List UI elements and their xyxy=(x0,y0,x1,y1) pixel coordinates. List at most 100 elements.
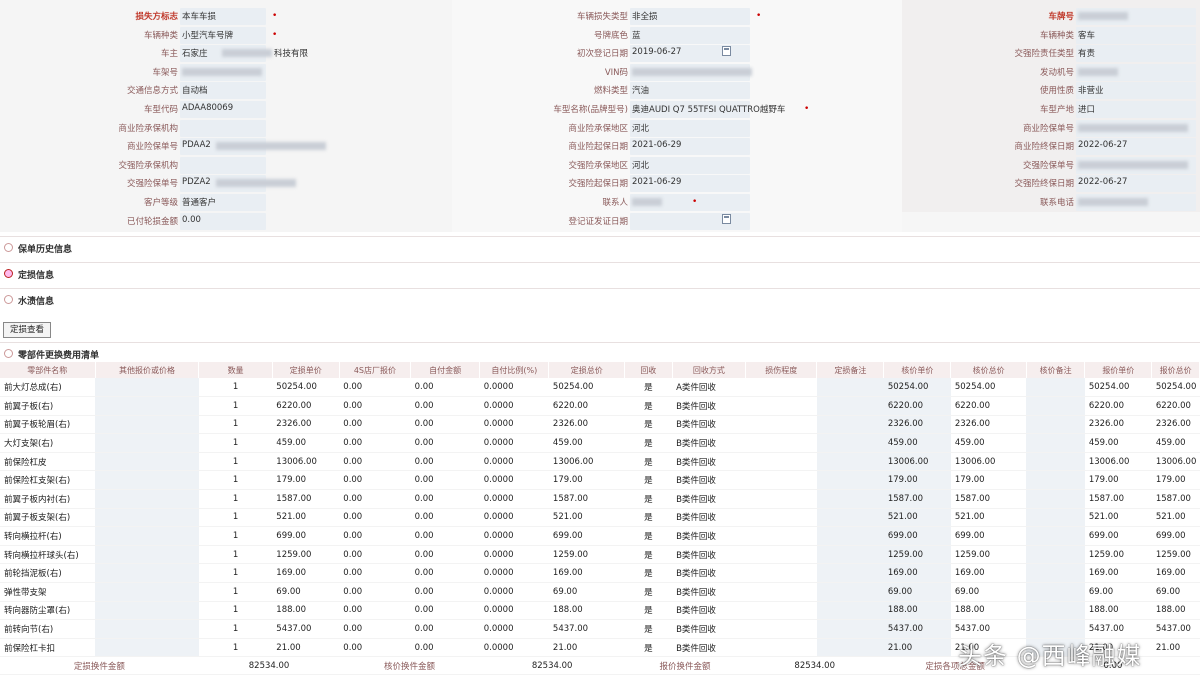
info-field: 使用性质非营业• xyxy=(0,82,1200,100)
table-cell: 13006.00 xyxy=(1084,452,1152,472)
column-header[interactable]: 其他报价或价格 xyxy=(95,362,200,378)
column-header[interactable]: 损伤程度 xyxy=(745,362,818,378)
table-cell: 前保险杠支架(右) xyxy=(0,470,96,491)
section-loss-info[interactable]: 定损信息 xyxy=(0,262,1200,284)
table-cell: 前翼子板内衬(右) xyxy=(0,489,96,509)
table-cell: 0.00 xyxy=(339,378,411,398)
field-value: 2022-06-27 xyxy=(1078,140,1128,151)
table-cell: 459.00 xyxy=(950,433,1027,453)
column-header[interactable]: 报价单价 xyxy=(1084,362,1153,378)
table-cell: 13006.00 xyxy=(272,452,340,472)
table-cell xyxy=(745,470,817,491)
column-header[interactable]: 核价单价 xyxy=(883,362,952,378)
table-row[interactable]: 前保险杠支架(右) 1 179.00 0.00 0.00 0.0000 179.00 是 B类件… xyxy=(0,470,1200,491)
table-cell: 0.00 xyxy=(339,396,411,416)
table-cell: 1587.00 xyxy=(950,489,1027,509)
view-loss-button[interactable]: 定损查看 xyxy=(3,322,51,338)
table-cell xyxy=(745,601,817,621)
table-cell xyxy=(816,378,884,398)
info-field: 交强险保单号 xyxy=(0,156,1200,174)
table-cell: B类件回收 xyxy=(672,526,746,546)
table-cell: 0.00 xyxy=(339,545,411,565)
table-cell xyxy=(745,619,817,639)
section-water-damage[interactable]: 水渍信息 xyxy=(0,288,1200,310)
table-cell: 0.00 xyxy=(410,470,480,491)
column-header[interactable]: 回收 xyxy=(624,362,673,378)
table-cell: 0.0000 xyxy=(479,396,549,416)
table-cell: B类件回收 xyxy=(672,415,746,435)
table-cell xyxy=(816,526,884,546)
field-value: 进口 xyxy=(1078,105,1096,115)
table-row[interactable]: 转向器防尘罩(右) 1 188.00 0.00 0.00 0.0000 188.00 是 B类件… xyxy=(0,601,1200,621)
column-header[interactable]: 零部件名称 xyxy=(0,362,96,378)
column-header[interactable]: 4S店厂报价 xyxy=(339,362,412,378)
table-cell: 0.00 xyxy=(339,415,411,435)
table-cell xyxy=(745,582,817,602)
table-cell xyxy=(1026,563,1085,584)
table-cell: 前保险杠皮 xyxy=(0,452,96,472)
table-cell: 2326.00 xyxy=(1084,415,1152,435)
column-header[interactable]: 定损单价 xyxy=(272,362,340,378)
table-cell: 前轮挡泥板(右) xyxy=(0,563,96,584)
table-cell: B类件回收 xyxy=(672,563,746,584)
column-header[interactable]: 数量 xyxy=(198,362,273,378)
column-header[interactable]: 自付比例(%) xyxy=(479,362,550,378)
info-field: 交强险责任类型有责• xyxy=(0,45,1200,63)
table-cell: 0.00 xyxy=(410,619,480,639)
table-cell: 13006.00 xyxy=(548,452,625,472)
table-cell: 6220.00 xyxy=(883,396,951,416)
section-title: 保单历史信息 xyxy=(18,245,73,255)
table-cell: 13006.00 xyxy=(950,452,1027,472)
column-header[interactable]: 核价总价 xyxy=(950,362,1027,378)
column-header[interactable]: 定损总价 xyxy=(548,362,626,378)
table-cell xyxy=(1026,433,1085,453)
table-cell xyxy=(816,489,884,509)
table-cell xyxy=(1026,489,1085,509)
table-row[interactable]: 转向横拉杆(右) 1 699.00 0.00 0.00 0.0000 699.00 是 B类件回… xyxy=(0,526,1200,546)
column-header[interactable]: 报价总价 xyxy=(1151,362,1200,378)
table-row[interactable]: 前翼子板(右) 1 6220.00 0.00 0.00 0.0000 6220.00 是 B类件… xyxy=(0,396,1200,416)
info-field: 商业险保单号 xyxy=(0,119,1200,137)
field-value-box[interactable] xyxy=(630,212,750,230)
table-row[interactable]: 弹性带支架 1 69.00 0.00 0.00 0.0000 69.00 是 B类件回收 69.0… xyxy=(0,582,1200,602)
table-cell: 是 xyxy=(624,526,673,546)
table-cell: 0.0000 xyxy=(479,601,549,621)
table-cell: 0.00 xyxy=(410,433,480,453)
table-cell: 13006.00 xyxy=(1151,452,1200,472)
redacted-value xyxy=(1078,67,1118,76)
table-cell xyxy=(95,396,199,416)
section-parts-list[interactable]: 零部件更换费用清单 xyxy=(0,342,1200,364)
table-row[interactable]: 前保险杠皮 1 13006.00 0.00 0.00 0.0000 13006.00 是 B类件… xyxy=(0,452,1200,472)
column-header[interactable]: 定损备注 xyxy=(816,362,885,378)
table-cell xyxy=(745,526,817,546)
column-header[interactable]: 核价备注 xyxy=(1026,362,1086,378)
table-cell: 0.00 xyxy=(410,378,480,398)
table-cell: 459.00 xyxy=(272,433,340,453)
table-row[interactable]: 前翼子板内衬(右) 1 1587.00 0.00 0.00 0.0000 1587.00 是 B… xyxy=(0,489,1200,509)
total-label: 报价换件金额 xyxy=(624,656,746,676)
total-value: 82534.00 xyxy=(745,656,884,676)
table-cell: 0.00 xyxy=(410,526,480,546)
table-row[interactable]: 前翼子板轮眉(右) 1 2326.00 0.00 0.00 0.0000 2326.00 是 B… xyxy=(0,415,1200,435)
table-cell xyxy=(95,508,199,528)
field-label: 商业险保单号 xyxy=(1022,123,1074,134)
column-header[interactable]: 回收方式 xyxy=(672,362,747,378)
table-cell: B类件回收 xyxy=(672,545,746,565)
table-cell xyxy=(816,452,884,472)
table-row[interactable]: 前大灯总成(右) 1 50254.00 0.00 0.00 0.0000 50254.00 是… xyxy=(0,378,1200,398)
calendar-icon[interactable] xyxy=(722,213,731,224)
table-row[interactable]: 前轮挡泥板(右) 1 169.00 0.00 0.00 0.0000 169.00 是 B类件回… xyxy=(0,563,1200,584)
table-cell: 0.00 xyxy=(410,601,480,621)
table-cell xyxy=(816,582,884,602)
table-row[interactable]: 大灯支架(右) 1 459.00 0.00 0.00 0.0000 459.00 是 B类件回收… xyxy=(0,433,1200,453)
table-row[interactable]: 转向横拉杆球头(右) 1 1259.00 0.00 0.00 0.0000 1259.00 是… xyxy=(0,545,1200,565)
field-label: 交强险责任类型 xyxy=(1014,49,1074,60)
table-cell: 179.00 xyxy=(883,470,951,491)
table-cell: 50254.00 xyxy=(883,378,951,398)
column-header[interactable]: 自付金额 xyxy=(410,362,481,378)
watermark-text: 头条 @西峰融媒 xyxy=(958,642,1142,670)
section-policy-history[interactable]: 保单历史信息 xyxy=(0,236,1200,258)
table-cell: 21.00 xyxy=(548,638,625,658)
table-row[interactable]: 前翼子板支架(右) 1 521.00 0.00 0.00 0.0000 521.00 是 B类件… xyxy=(0,508,1200,528)
table-cell: 0.0000 xyxy=(479,638,549,658)
